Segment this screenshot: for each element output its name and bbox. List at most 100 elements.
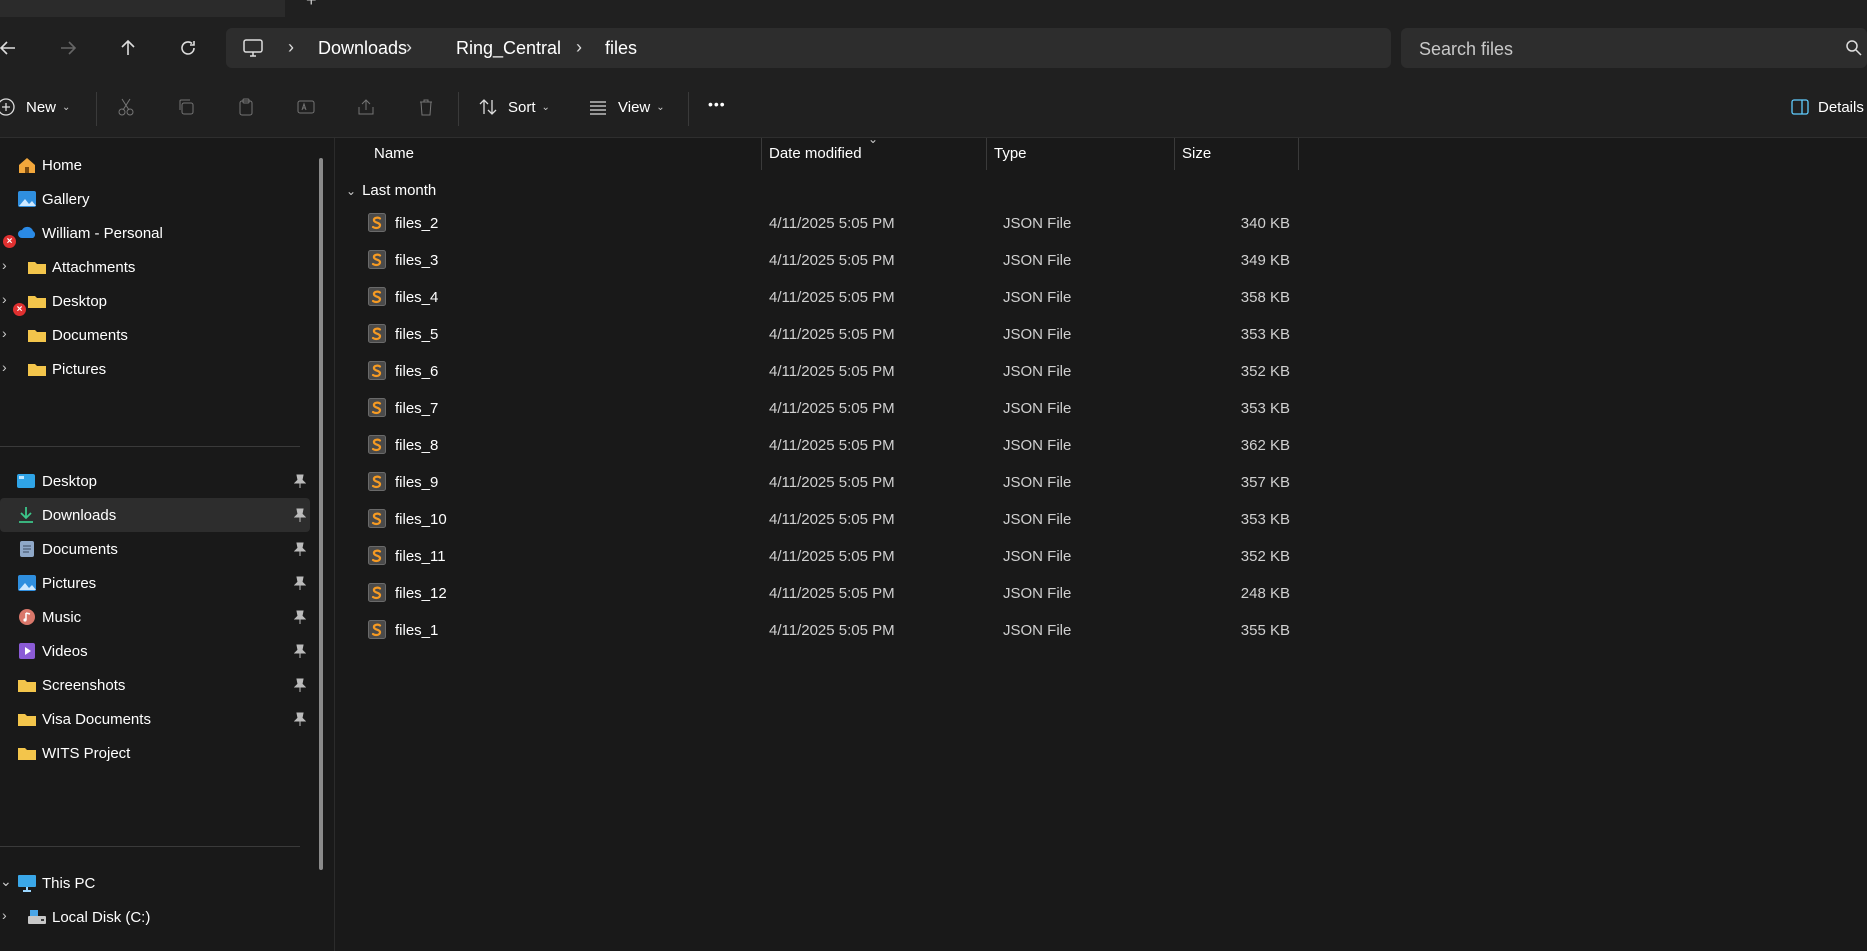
cut-button[interactable] [116,97,136,117]
table-row[interactable]: files_3 4/11/2025 5:05 PM JSON File 349 KB [346,242,1456,279]
delete-button[interactable] [416,97,436,117]
rename-icon [297,100,315,114]
table-row[interactable]: files_10 4/11/2025 5:05 PM JSON File 353 KB [346,501,1456,538]
search-input[interactable]: Search files [1401,28,1867,68]
column-divider[interactable] [761,138,762,170]
sidebar-item-downloads[interactable]: Downloads [0,498,310,532]
chevron-right-icon[interactable]: › [2,257,7,273]
column-divider[interactable] [1298,138,1299,170]
copy-icon [179,99,194,115]
table-row[interactable]: files_7 4/11/2025 5:05 PM JSON File 353 KB [346,390,1456,427]
pin-icon[interactable] [294,474,306,488]
column-header-type[interactable]: Type [994,145,1027,162]
breadcrumb[interactable]: › Downloads › Ring_Central › files [226,28,1391,68]
sidebar-item-pictures-cloud[interactable]: › Pictures [0,352,310,386]
sidebar-item-onedrive[interactable]: × William - Personal [0,216,310,250]
details-button[interactable]: Details [1790,97,1864,117]
sort-button[interactable]: Sort ⌄ [478,97,550,117]
error-icon: × [13,303,26,316]
chevron-right-icon[interactable]: › [2,359,7,375]
search-placeholder: Search files [1419,39,1514,59]
rename-button[interactable] [296,97,316,117]
table-row[interactable]: files_11 4/11/2025 5:05 PM JSON File 352 KB [346,538,1456,575]
copy-button[interactable] [176,97,196,117]
paste-button[interactable] [236,97,256,117]
table-row[interactable]: files_5 4/11/2025 5:05 PM JSON File 353 KB [346,316,1456,353]
sidebar-item-documents-cloud[interactable]: › Documents [0,318,310,352]
sidebar-item-desktop[interactable]: Desktop [0,464,310,498]
table-row[interactable]: files_2 4/11/2025 5:05 PM JSON File 340 KB [346,205,1456,242]
refresh-button[interactable] [168,28,208,68]
sidebar-item-desktop-cloud[interactable]: › × Desktop [0,284,310,318]
pin-icon[interactable] [294,576,306,590]
file-date: 4/11/2025 5:05 PM [769,511,895,528]
json-file-icon [368,398,386,417]
breadcrumb-downloads[interactable]: Downloads [318,39,407,57]
sidebar-item-gallery[interactable]: Gallery [0,182,310,216]
new-button[interactable]: New ⌄ [0,97,70,117]
table-row[interactable]: files_12 4/11/2025 5:05 PM JSON File 248 KB [346,575,1456,612]
tab-strip: files ✕ + [0,0,1867,18]
sidebar-item-pictures[interactable]: Pictures [0,566,310,600]
sidebar-item-documents[interactable]: Documents [0,532,310,566]
column-header-name[interactable]: Name [374,145,414,162]
file-date: 4/11/2025 5:05 PM [769,548,895,565]
breadcrumb-files[interactable]: files [605,39,637,57]
pin-icon[interactable] [294,508,306,522]
chevron-right-icon[interactable]: › [576,37,582,58]
pin-icon[interactable] [294,542,306,556]
forward-button[interactable] [48,28,88,68]
sidebar-item-music[interactable]: Music [0,600,310,634]
pin-icon[interactable] [294,610,306,624]
sidebar-item-screenshots[interactable]: Screenshots [0,668,310,702]
table-row[interactable]: files_9 4/11/2025 5:05 PM JSON File 357 KB [346,464,1456,501]
table-row[interactable]: files_4 4/11/2025 5:05 PM JSON File 358 KB [346,279,1456,316]
pin-icon[interactable] [294,644,306,658]
up-button[interactable] [108,28,148,68]
divider [0,846,300,847]
chevron-right-icon[interactable]: › [2,291,7,307]
view-button[interactable]: View ⌄ [588,97,665,117]
sidebar-scrollbar[interactable] [319,158,323,870]
sidebar-item-this-pc[interactable]: ⌄ This PC [0,866,310,900]
sidebar-item-label: Screenshots [42,676,126,694]
sidebar-item-attachments[interactable]: › Attachments [0,250,310,284]
back-button[interactable] [0,28,28,68]
tab-files[interactable]: files ✕ [0,0,285,17]
table-row[interactable]: files_6 4/11/2025 5:05 PM JSON File 352 KB [346,353,1456,390]
column-divider[interactable] [986,138,987,170]
file-name: files_7 [395,400,439,417]
column-header-date[interactable]: Date modified [769,145,862,162]
more-options-button[interactable]: ••• [708,96,726,112]
share-button[interactable] [356,97,376,117]
column-divider[interactable] [1174,138,1175,170]
chevron-right-icon[interactable]: › [2,907,7,923]
group-header[interactable]: ⌄ Last month [346,182,436,199]
pin-icon[interactable] [294,678,306,692]
table-row[interactable]: files_8 4/11/2025 5:05 PM JSON File 362 KB [346,427,1456,464]
home-icon [19,158,35,173]
pin-icon[interactable] [294,712,306,726]
chevron-right-icon[interactable]: › [2,325,7,341]
file-size: 248 KB [1240,585,1290,602]
sidebar-item-home[interactable]: Home [0,148,310,182]
column-header-size[interactable]: Size [1182,145,1211,162]
videos-icon [19,643,35,659]
search-icon[interactable] [1845,39,1863,57]
sidebar-item-visa-documents[interactable]: Visa Documents [0,702,310,736]
sidebar-item-wits-project[interactable]: WITS Project [0,736,310,770]
json-file-icon [368,250,386,269]
arrow-up-icon [121,39,135,55]
sidebar-item-local-disk[interactable]: › Local Disk (C:) [0,900,310,934]
onedrive-icon [18,226,36,238]
chevron-down-icon[interactable]: ⌄ [0,873,12,890]
table-row[interactable]: files_1 4/11/2025 5:05 PM JSON File 355 KB [346,612,1456,649]
chevron-right-icon[interactable]: › [288,37,294,58]
file-name: files_3 [395,252,439,269]
chevron-right-icon[interactable]: › [406,37,412,58]
breadcrumb-ring-central[interactable]: Ring_Central [456,39,561,57]
file-type: JSON File [1003,326,1072,343]
new-tab-icon[interactable]: + [306,0,317,11]
sidebar-item-label: Pictures [42,574,97,592]
sidebar-item-videos[interactable]: Videos [0,634,310,668]
